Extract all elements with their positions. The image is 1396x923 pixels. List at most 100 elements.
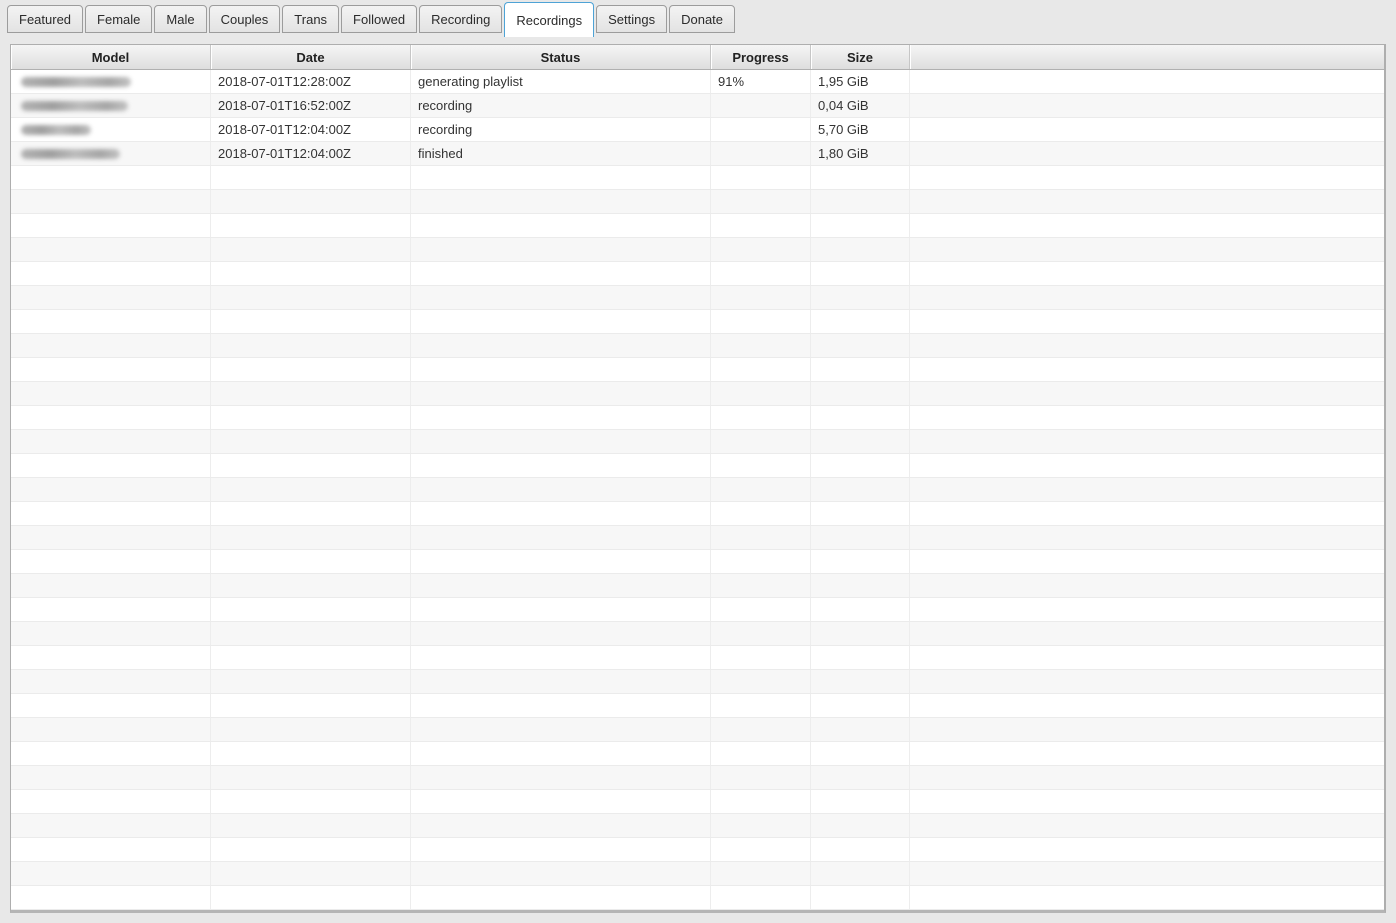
cell-status	[411, 190, 711, 213]
cell-progress	[711, 598, 811, 621]
cell-filler	[910, 814, 1384, 837]
cell-progress	[711, 670, 811, 693]
cell-date	[211, 574, 411, 597]
cell-size: 0,04 GiB	[811, 94, 910, 117]
tab-featured[interactable]: Featured	[7, 5, 83, 33]
table-row-empty	[11, 886, 1384, 910]
cell-model	[11, 838, 211, 861]
cell-filler	[910, 262, 1384, 285]
cell-model	[11, 622, 211, 645]
tab-male[interactable]: Male	[154, 5, 206, 33]
cell-filler	[910, 574, 1384, 597]
table-header-row: Model Date Status Progress Size	[11, 45, 1384, 70]
cell-size	[811, 670, 910, 693]
column-header-status[interactable]: Status	[411, 45, 711, 69]
table-body: 2018-07-01T12:28:00Zgenerating playlist9…	[11, 70, 1384, 910]
cell-filler	[910, 310, 1384, 333]
cell-progress	[711, 526, 811, 549]
tab-female[interactable]: Female	[85, 5, 152, 33]
cell-date	[211, 598, 411, 621]
cell-filler	[910, 430, 1384, 453]
cell-size	[811, 502, 910, 525]
cell-size	[811, 838, 910, 861]
cell-date	[211, 838, 411, 861]
cell-model	[11, 262, 211, 285]
tab-trans[interactable]: Trans	[282, 5, 339, 33]
cell-status	[411, 574, 711, 597]
cell-progress	[711, 838, 811, 861]
table-row[interactable]: 2018-07-01T12:28:00Zgenerating playlist9…	[11, 70, 1384, 94]
cell-size	[811, 358, 910, 381]
cell-size	[811, 214, 910, 237]
table-row-empty	[11, 598, 1384, 622]
cell-size	[811, 310, 910, 333]
cell-model	[11, 382, 211, 405]
table-row[interactable]: 2018-07-01T16:52:00Zrecording0,04 GiB	[11, 94, 1384, 118]
table-row-empty	[11, 814, 1384, 838]
table-row-empty	[11, 214, 1384, 238]
cell-progress	[711, 166, 811, 189]
cell-size	[811, 742, 910, 765]
cell-filler	[910, 670, 1384, 693]
table-row-empty	[11, 718, 1384, 742]
cell-date	[211, 766, 411, 789]
cell-date	[211, 694, 411, 717]
cell-status	[411, 886, 711, 909]
column-header-date[interactable]: Date	[211, 45, 411, 69]
cell-progress	[711, 622, 811, 645]
cell-model	[11, 238, 211, 261]
tab-bar: FeaturedFemaleMaleCouplesTransFollowedRe…	[7, 2, 737, 37]
tab-donate[interactable]: Donate	[669, 5, 735, 33]
cell-model	[11, 694, 211, 717]
column-header-model[interactable]: Model	[11, 45, 211, 69]
cell-size: 1,95 GiB	[811, 70, 910, 93]
cell-status: generating playlist	[411, 70, 711, 93]
cell-status	[411, 838, 711, 861]
tab-settings[interactable]: Settings	[596, 5, 667, 33]
cell-date	[211, 502, 411, 525]
tab-couples[interactable]: Couples	[209, 5, 281, 33]
cell-filler	[910, 646, 1384, 669]
cell-size	[811, 814, 910, 837]
cell-size	[811, 238, 910, 261]
cell-model	[11, 790, 211, 813]
cell-status	[411, 526, 711, 549]
tab-followed[interactable]: Followed	[341, 5, 417, 33]
table-row[interactable]: 2018-07-01T12:04:00Zfinished1,80 GiB	[11, 142, 1384, 166]
cell-model	[11, 646, 211, 669]
cell-progress	[711, 862, 811, 885]
cell-progress	[711, 334, 811, 357]
cell-progress	[711, 574, 811, 597]
cell-filler	[910, 550, 1384, 573]
recordings-table: Model Date Status Progress Size 2018-07-…	[10, 44, 1386, 913]
cell-model	[11, 814, 211, 837]
cell-filler	[910, 838, 1384, 861]
cell-model	[11, 430, 211, 453]
cell-status	[411, 670, 711, 693]
column-header-size[interactable]: Size	[811, 45, 910, 69]
cell-model	[11, 166, 211, 189]
cell-model	[11, 310, 211, 333]
column-header-filler	[910, 45, 1384, 69]
cell-model	[11, 142, 211, 165]
column-header-progress[interactable]: Progress	[711, 45, 811, 69]
table-row[interactable]: 2018-07-01T12:04:00Zrecording5,70 GiB	[11, 118, 1384, 142]
tab-recordings[interactable]: Recordings	[504, 2, 594, 37]
tab-recording[interactable]: Recording	[419, 5, 502, 33]
cell-size	[811, 478, 910, 501]
cell-status	[411, 742, 711, 765]
cell-date	[211, 478, 411, 501]
cell-progress	[711, 190, 811, 213]
cell-progress	[711, 502, 811, 525]
cell-size	[811, 190, 910, 213]
cell-date	[211, 814, 411, 837]
cell-model	[11, 862, 211, 885]
cell-filler	[910, 862, 1384, 885]
cell-filler	[910, 142, 1384, 165]
table-row-empty	[11, 790, 1384, 814]
cell-model	[11, 190, 211, 213]
cell-status	[411, 310, 711, 333]
cell-model	[11, 406, 211, 429]
cell-progress	[711, 238, 811, 261]
cell-filler	[910, 886, 1384, 909]
